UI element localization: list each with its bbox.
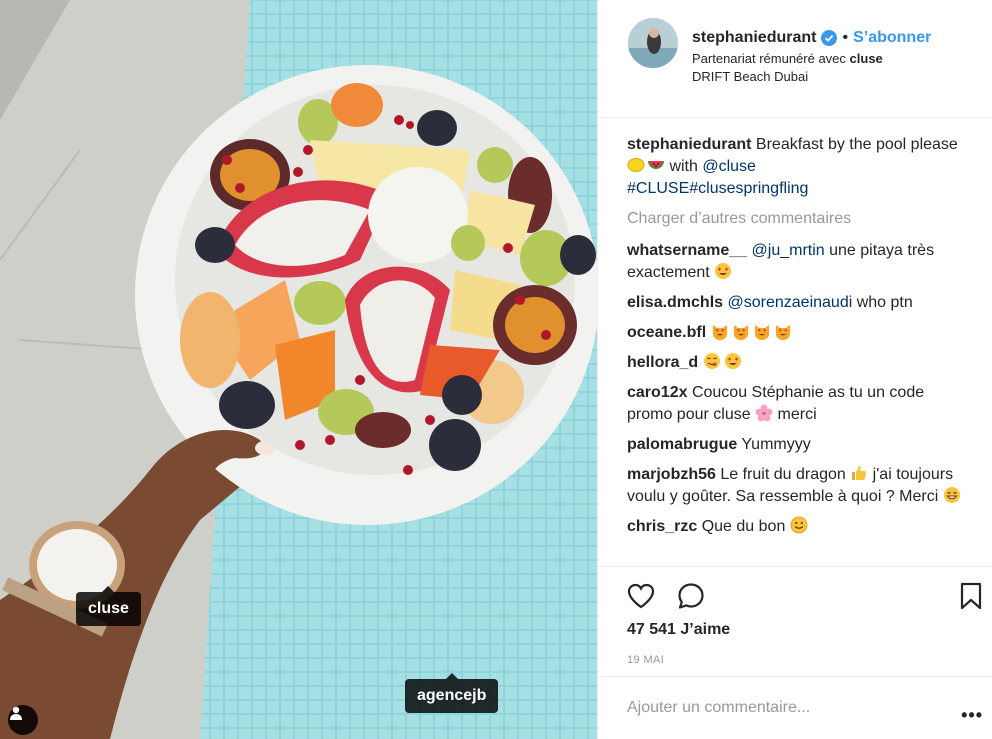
comment-username[interactable]: marjobzh56 (627, 466, 716, 483)
comment-text: Le fruit du dragon (715, 466, 851, 483)
save-bookmark-icon[interactable] (956, 581, 986, 611)
heart-eyes-emoji-icon (724, 353, 741, 369)
post-side-panel: stephaniedurant • S’abonner Partenariat … (597, 0, 992, 739)
load-more-comments[interactable]: Charger d’autres commentaires (627, 208, 967, 230)
header-username[interactable]: stephaniedurant (692, 29, 816, 47)
action-bar (598, 566, 992, 622)
watermelon-icon (648, 161, 664, 169)
caption-hashtags[interactable]: #CLUSE#clusespringfling (627, 180, 808, 197)
caption: stephaniedurant Breakfast by the pool pl… (627, 134, 967, 200)
comment-item: hellora_d (627, 352, 967, 374)
caption-username[interactable]: stephaniedurant (627, 136, 751, 153)
post-header: stephaniedurant • S’abonner Partenariat … (598, 0, 992, 118)
cat-heart-eyes-icon (712, 325, 727, 340)
caption-text-1: Breakfast by the pool please (751, 136, 958, 153)
comment-username[interactable]: whatsername__ (627, 242, 747, 259)
lemon-icon (627, 158, 645, 172)
user-tag-agencejb[interactable]: agencejb (405, 673, 499, 713)
comment-username[interactable]: palomabrugue (627, 436, 737, 453)
comment-username[interactable]: elisa.dmchls (627, 294, 723, 311)
comment-item: caro12x Coucou Stéphanie as tu un code p… (627, 382, 967, 426)
product-tag-cluse[interactable]: cluse (76, 586, 141, 626)
add-comment-bar: ••• (598, 676, 992, 739)
comment-username[interactable]: caro12x (627, 384, 688, 401)
comment-mention[interactable]: @sorenzaeinaudi (728, 294, 853, 311)
paid-partnership: Partenariat rémunéré avec cluse (692, 51, 883, 66)
comment-username[interactable]: hellora_d (627, 354, 698, 371)
comment-username[interactable]: oceane.bfl (627, 324, 706, 341)
avatar-image (628, 18, 678, 68)
more-options-button[interactable]: ••• (961, 705, 983, 726)
comments-list: stephaniedurant Breakfast by the pool pl… (627, 134, 967, 546)
smile-emoji-icon (790, 516, 808, 534)
comment-bubble-icon[interactable] (676, 581, 706, 611)
comment-text-after: merci (773, 406, 817, 423)
comment-text: Que du bon (697, 518, 790, 535)
like-heart-icon[interactable] (626, 581, 656, 611)
cherry-blossom-icon (755, 404, 773, 422)
cat-heart-eyes-icon (733, 325, 748, 340)
caption-mention[interactable]: @cluse (702, 158, 756, 175)
comment-item: palomabrugue Yummyyy (627, 434, 967, 456)
fruit-bowl-photo (0, 0, 597, 739)
cat-heart-eyes-icon (775, 325, 790, 340)
comment-username[interactable]: chris_rzc (627, 518, 697, 535)
verified-badge-icon (821, 30, 838, 46)
avatar[interactable] (628, 18, 678, 68)
comment-input[interactable] (627, 699, 927, 717)
post-date[interactable]: 19 MAI (627, 654, 664, 666)
comment-item: elisa.dmchls @sorenzaeinaudi who ptn (627, 292, 967, 314)
comment-item: oceane.bfl (627, 322, 967, 344)
comment-item: whatsername__ @ju_mrtin une pitaya très … (627, 240, 967, 284)
tagged-users-button[interactable] (8, 705, 38, 735)
partner-link[interactable]: cluse (850, 51, 883, 66)
comment-item: chris_rzc Que du bon (627, 516, 967, 538)
caption-text-2: with (665, 158, 703, 175)
grin-emoji-icon (943, 487, 960, 503)
comment-text: Yummyyy (737, 436, 811, 453)
location-link[interactable]: DRIFT Beach Dubai (692, 69, 808, 84)
cat-heart-eyes-icon (754, 325, 769, 340)
separator-dot: • (842, 29, 849, 46)
comment-text: who ptn (852, 294, 913, 311)
yum-emoji-icon (703, 353, 720, 369)
comment-item: marjobzh56 Le fruit du dragon j'ai toujo… (627, 464, 967, 508)
heart-eyes-emoji-icon (715, 263, 732, 279)
comment-mention[interactable]: @ju_mrtin (752, 242, 825, 259)
partnership-prefix: Partenariat rémunéré avec (692, 51, 850, 66)
post-photo[interactable]: cluse agencejb (0, 0, 597, 739)
thumbs-up-icon (852, 466, 867, 480)
person-icon (10, 706, 22, 720)
likes-count[interactable]: 47 541 J’aime (627, 621, 730, 639)
follow-button[interactable]: S’abonner (853, 29, 931, 47)
